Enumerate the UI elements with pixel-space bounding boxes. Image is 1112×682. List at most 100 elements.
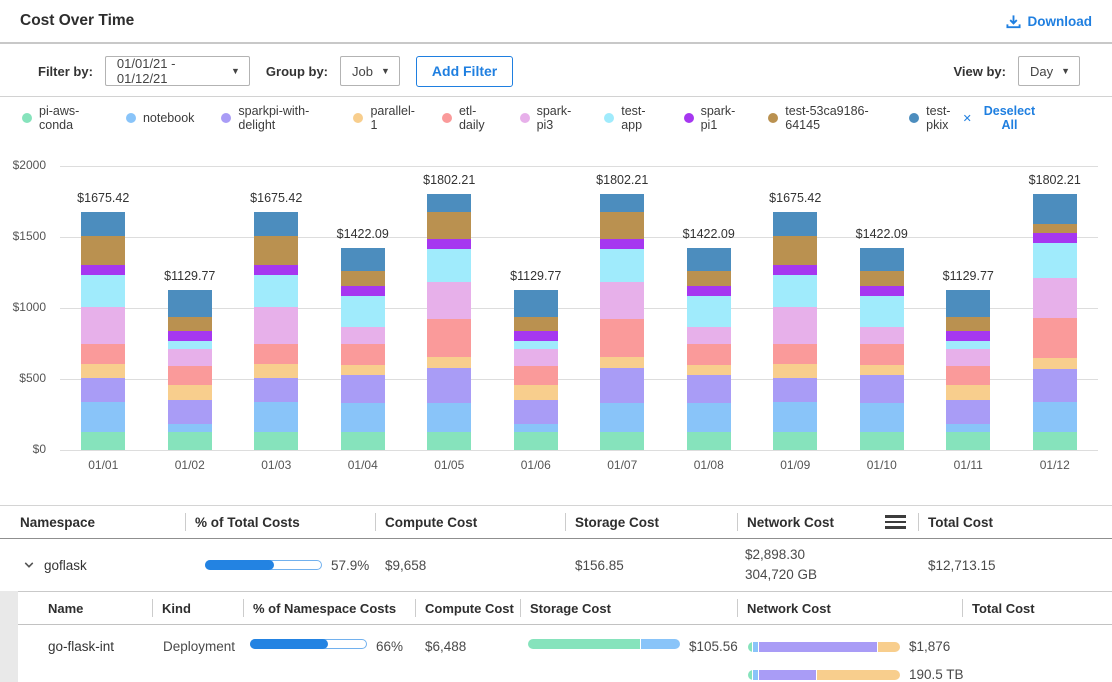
bar-segment[interactable] [427, 282, 471, 319]
bar-segment[interactable] [341, 248, 385, 271]
bar-segment[interactable] [254, 378, 298, 402]
bar-segment[interactable] [168, 424, 212, 431]
col-header-pct-namespace[interactable]: % of Namespace Costs [243, 592, 415, 624]
bar-segment[interactable] [773, 364, 817, 378]
bar-segment[interactable] [773, 212, 817, 236]
bar-segment[interactable] [860, 248, 904, 271]
bar-segment[interactable] [600, 194, 644, 211]
bar-segment[interactable] [773, 275, 817, 307]
legend-item[interactable]: etl-daily [442, 104, 493, 132]
bar-segment[interactable] [341, 375, 385, 403]
bar-segment[interactable] [81, 236, 125, 264]
bar-segment[interactable] [600, 249, 644, 282]
bar-segment[interactable] [81, 212, 125, 236]
bar-segment[interactable] [81, 265, 125, 276]
bar-segment[interactable] [427, 432, 471, 450]
bar-segment[interactable] [254, 402, 298, 431]
bar-segment[interactable] [773, 378, 817, 402]
legend-item[interactable]: test-pkix [909, 104, 963, 132]
bar-segment[interactable] [254, 212, 298, 236]
bar-segment[interactable] [946, 341, 990, 349]
column-menu-icon[interactable] [885, 513, 906, 531]
bar-segment[interactable] [81, 378, 125, 402]
bar-segment[interactable] [341, 286, 385, 296]
bar-segment[interactable] [687, 327, 731, 344]
bar-segment[interactable] [946, 366, 990, 386]
bar-segment[interactable] [514, 331, 558, 341]
bar-segment[interactable] [687, 432, 731, 450]
bar-segment[interactable] [860, 403, 904, 431]
bar-column[interactable]: $1675.42 [60, 166, 147, 450]
deselect-all-button[interactable]: ✕ Deselect All [963, 104, 1040, 132]
bar-segment[interactable] [600, 432, 644, 450]
bar-segment[interactable] [773, 236, 817, 264]
legend-item[interactable]: test-53ca9186-64145 [768, 104, 882, 132]
bar-segment[interactable] [946, 349, 990, 366]
bar-column[interactable]: $1802.21 [1012, 166, 1099, 450]
bar-segment[interactable] [1033, 432, 1077, 450]
bar-segment[interactable] [168, 317, 212, 330]
bar-segment[interactable] [1033, 233, 1077, 243]
bar-segment[interactable] [600, 212, 644, 240]
bar-segment[interactable] [427, 194, 471, 211]
namespace-cell[interactable]: goflask [0, 558, 185, 573]
bar-segment[interactable] [600, 319, 644, 357]
bar-segment[interactable] [1033, 243, 1077, 277]
bar-segment[interactable] [514, 349, 558, 366]
bar-segment[interactable] [254, 344, 298, 364]
bar-segment[interactable] [341, 344, 385, 365]
bar-segment[interactable] [946, 424, 990, 431]
col-header-network-nested[interactable]: Network Cost [737, 592, 962, 624]
bar-segment[interactable] [1033, 402, 1077, 431]
bar-segment[interactable] [1033, 358, 1077, 369]
bar-segment[interactable] [168, 341, 212, 349]
legend-item[interactable]: notebook [126, 111, 194, 125]
col-header-total-nested[interactable]: Total Cost [962, 592, 1112, 624]
col-header-total[interactable]: Total Cost [918, 506, 1112, 538]
bar-segment[interactable] [514, 366, 558, 386]
bar-column[interactable]: $1129.77 [147, 166, 234, 450]
col-header-network-label[interactable]: Network Cost [747, 515, 834, 530]
bar-segment[interactable] [427, 403, 471, 431]
bar-segment[interactable] [81, 344, 125, 364]
bar-segment[interactable] [514, 424, 558, 431]
bar-segment[interactable] [514, 385, 558, 400]
bar-segment[interactable] [81, 275, 125, 307]
bar-segment[interactable] [860, 286, 904, 296]
bar-segment[interactable] [1033, 278, 1077, 318]
date-range-select[interactable]: 01/01/21 - 01/12/21 ▼ [105, 56, 250, 86]
bar-segment[interactable] [427, 249, 471, 282]
bar-segment[interactable] [946, 317, 990, 330]
bar-segment[interactable] [687, 403, 731, 431]
col-header-compute-nested[interactable]: Compute Cost [415, 592, 520, 624]
bar-segment[interactable] [254, 307, 298, 344]
add-filter-button[interactable]: Add Filter [416, 56, 513, 87]
bar-segment[interactable] [600, 282, 644, 319]
bar-segment[interactable] [946, 432, 990, 450]
bar-column[interactable]: $1422.09 [839, 166, 926, 450]
bar-segment[interactable] [427, 212, 471, 240]
bar-segment[interactable] [1033, 369, 1077, 402]
bar-segment[interactable] [341, 271, 385, 286]
bar-segment[interactable] [773, 265, 817, 276]
bar-segment[interactable] [860, 375, 904, 403]
bar-segment[interactable] [341, 403, 385, 431]
legend-item[interactable]: spark-pi3 [520, 104, 578, 132]
bar-segment[interactable] [168, 400, 212, 424]
bar-segment[interactable] [81, 402, 125, 431]
bar-segment[interactable] [514, 317, 558, 330]
bar-segment[interactable] [254, 236, 298, 264]
download-button[interactable]: Download [1006, 14, 1093, 29]
bar-segment[interactable] [81, 364, 125, 378]
bar-column[interactable]: $1675.42 [233, 166, 320, 450]
legend-item[interactable]: sparkpi-with-delight [221, 104, 326, 132]
bar-segment[interactable] [773, 344, 817, 364]
bar-segment[interactable] [341, 296, 385, 327]
bar-segment[interactable] [773, 402, 817, 431]
bar-column[interactable]: $1802.21 [579, 166, 666, 450]
bar-segment[interactable] [773, 432, 817, 450]
bar-segment[interactable] [81, 432, 125, 450]
bar-segment[interactable] [514, 432, 558, 450]
bar-segment[interactable] [946, 400, 990, 424]
bar-segment[interactable] [600, 368, 644, 403]
